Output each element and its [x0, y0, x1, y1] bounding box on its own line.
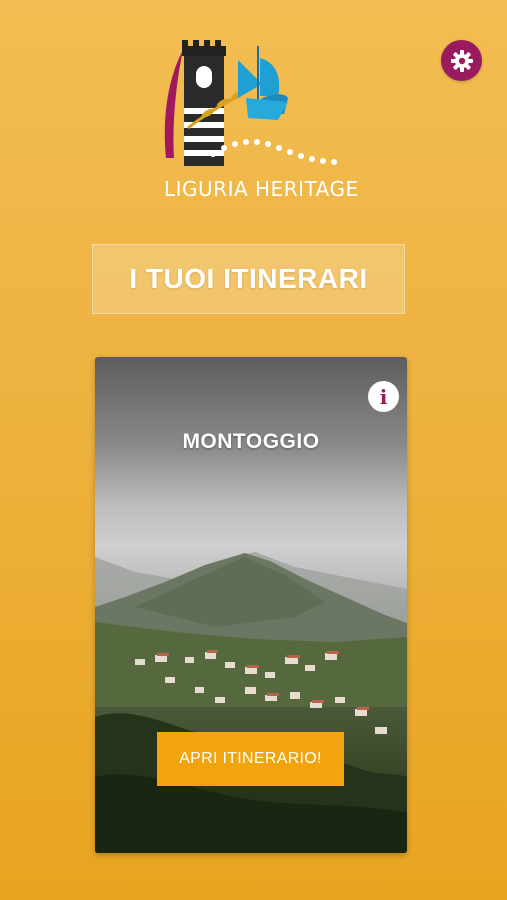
gear-icon	[450, 49, 473, 72]
section-title: I TUOI ITINERARI	[129, 263, 368, 294]
settings-button[interactable]	[441, 40, 482, 81]
app-logo: LIGURIA HERITAGE	[158, 38, 359, 202]
info-icon: i	[379, 384, 388, 409]
open-itinerary-button[interactable]: APRI ITINERARIO!	[157, 732, 344, 786]
logo-emblem-icon	[164, 40, 337, 166]
section-title-banner: I TUOI ITINERARI	[92, 244, 405, 314]
info-button[interactable]: i	[368, 381, 399, 412]
itinerary-title: MONTOGGIO	[182, 430, 320, 453]
logo-text: LIGURIA HERITAGE	[164, 177, 359, 201]
itinerary-card[interactable]: i MONTOGGIO APRI ITINERARIO!	[95, 357, 407, 853]
